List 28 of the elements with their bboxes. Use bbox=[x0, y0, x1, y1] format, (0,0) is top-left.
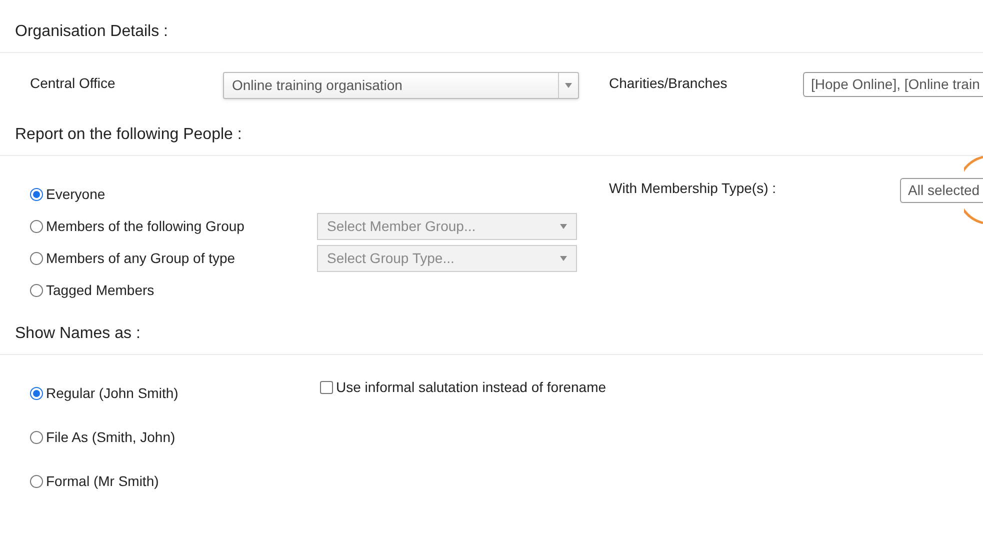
caret-icon bbox=[565, 83, 572, 88]
radio-button[interactable] bbox=[30, 474, 43, 488]
radio-button[interactable] bbox=[30, 284, 43, 296]
membership-type-field[interactable]: All selected bbox=[900, 178, 983, 203]
radio-button[interactable] bbox=[30, 252, 43, 264]
field-label: Central Office bbox=[30, 74, 116, 93]
caret-icon bbox=[560, 256, 567, 260]
radio-label: Tagged Members bbox=[46, 280, 156, 300]
radio-label: Members of the following Group bbox=[46, 216, 246, 236]
field-label: Charities/Branches bbox=[609, 74, 728, 93]
branches-field[interactable]: [Hope Online], [Online train bbox=[803, 72, 983, 97]
section-heading: Organisation Details : bbox=[15, 23, 168, 40]
checkbox[interactable] bbox=[320, 380, 333, 394]
radio-button[interactable] bbox=[30, 386, 43, 400]
radio-label: Members of any Group of type bbox=[46, 248, 236, 268]
radio-label: Formal (Mr Smith) bbox=[46, 472, 159, 491]
section-heading: Show Names as : bbox=[15, 325, 140, 342]
caret-icon bbox=[560, 224, 567, 228]
radio-button[interactable] bbox=[30, 188, 43, 200]
radio-button[interactable] bbox=[30, 220, 43, 232]
radio-button[interactable] bbox=[30, 430, 43, 444]
radio-label: Regular (John Smith) bbox=[46, 384, 178, 403]
section-heading: Report on the following People : bbox=[15, 126, 242, 143]
central-office-dropdown[interactable]: Online training organisation bbox=[223, 72, 579, 99]
field-label: With Membership Type(s) : bbox=[609, 179, 778, 198]
radio-label: File As (Smith, John) bbox=[46, 428, 176, 447]
radio-label: Everyone bbox=[46, 184, 106, 204]
checkbox-label: Use informal salutation instead of forename bbox=[336, 378, 606, 396]
